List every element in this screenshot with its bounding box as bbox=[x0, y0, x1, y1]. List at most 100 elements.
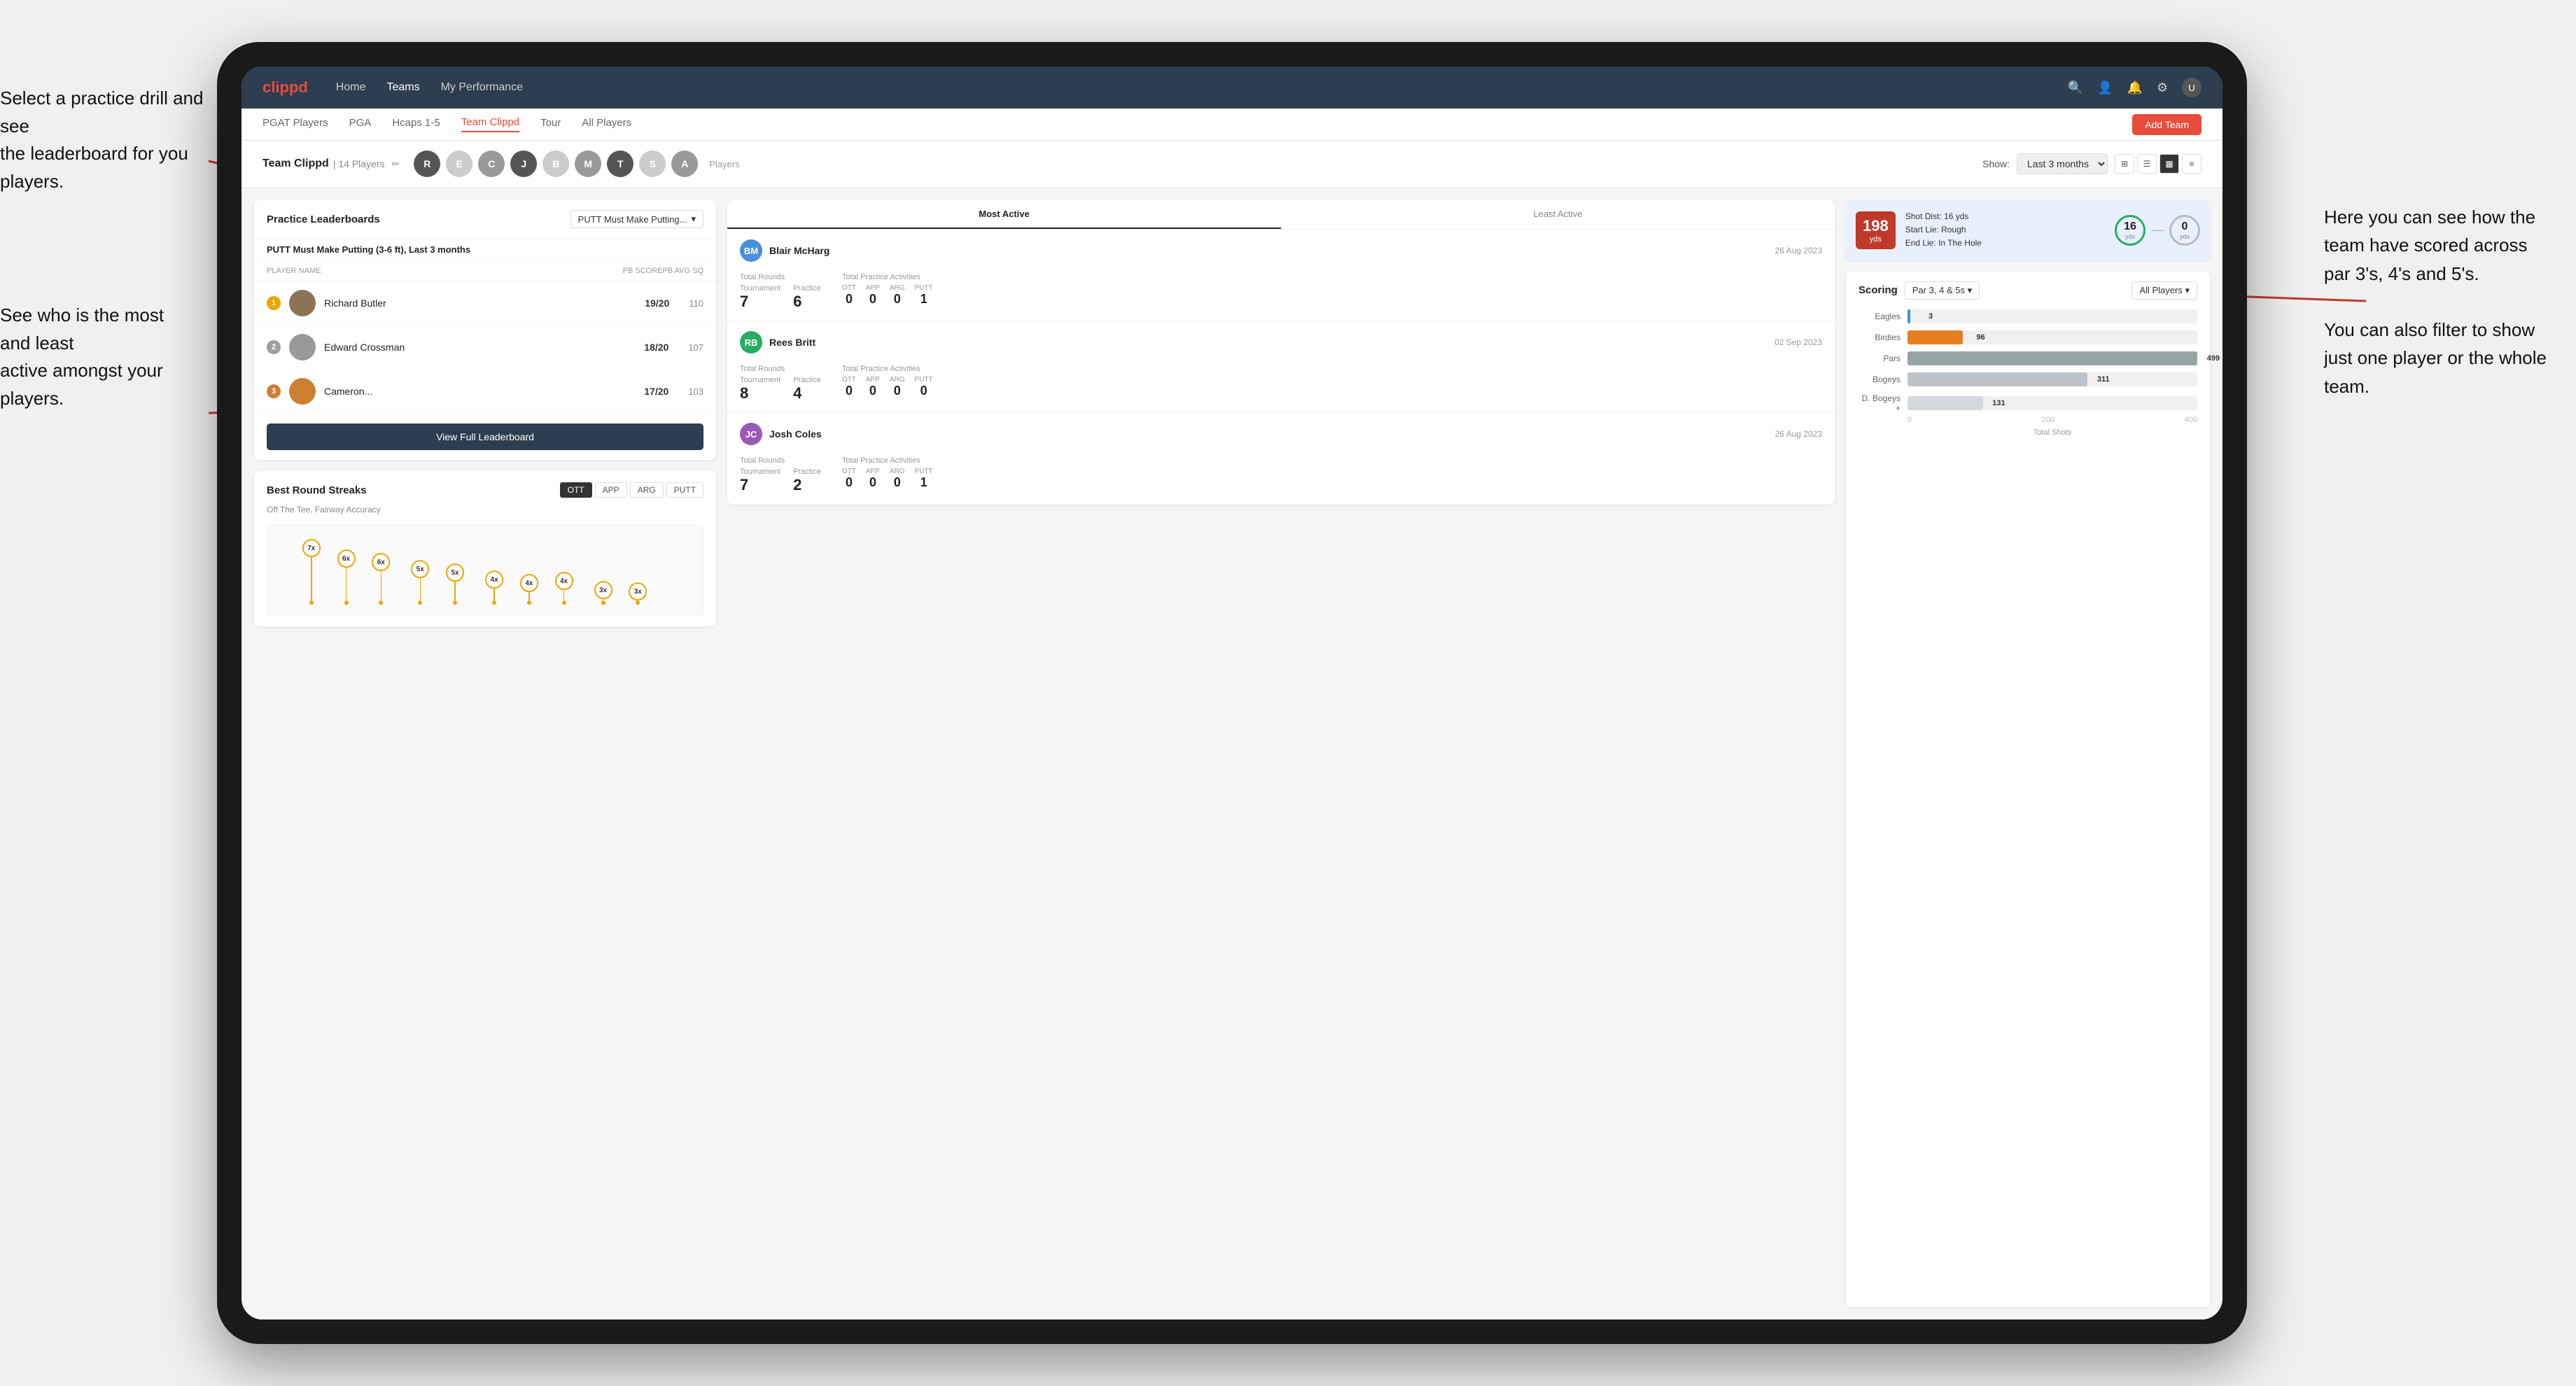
bar-fill: 3 bbox=[1907, 309, 1910, 323]
bar-row: D. Bogeys + 131 bbox=[1858, 393, 2197, 413]
avatar-4: J bbox=[510, 150, 537, 177]
shot-dist-num: 198 bbox=[1863, 217, 1889, 235]
drill-selector[interactable]: PUTT Must Make Putting... ▾ bbox=[570, 210, 704, 228]
filter-app[interactable]: APP bbox=[595, 482, 627, 498]
activity-card: Most Active Least Active BM Blair McHarg… bbox=[727, 200, 1835, 505]
pa-total-rounds-2: Total Rounds Tournament 8 Practice bbox=[740, 365, 821, 402]
bar-track: 499 bbox=[1907, 351, 2197, 365]
pa-total-rounds-1: Total Rounds Tournament 7 Practice bbox=[740, 273, 821, 311]
nav-teams[interactable]: Teams bbox=[386, 81, 419, 94]
subnav-team-clippd[interactable]: Team Clippd bbox=[461, 116, 519, 132]
activity-tabs: Most Active Least Active bbox=[727, 200, 1835, 230]
leaderboard-row-2: 2 Edward Crossman 18/20 107 bbox=[254, 326, 716, 370]
leaderboard-row-1: 1 Richard Butler 19/20 110 bbox=[254, 281, 716, 326]
practice-leaderboards-header: Practice Leaderboards PUTT Must Make Put… bbox=[254, 200, 716, 239]
pa-total-rounds-3: Total Rounds Tournament 7 Practice bbox=[740, 456, 821, 494]
view-full-leaderboard-button[interactable]: View Full Leaderboard bbox=[267, 424, 704, 450]
scoring-header: Scoring Par 3, 4 & 5s ▾ All Players ▾ bbox=[1858, 281, 2197, 300]
show-period-select[interactable]: Last 3 months Last 6 months Last year bbox=[2017, 153, 2108, 174]
view-grid-icon[interactable]: ⊞ bbox=[2115, 154, 2134, 174]
streak-pin: 6x bbox=[337, 550, 356, 605]
pa-header-1: BM Blair McHarg 26 Aug 2023 bbox=[740, 239, 1822, 262]
scoring-card: Scoring Par 3, 4 & 5s ▾ All Players ▾ Ea… bbox=[1846, 272, 2210, 1307]
leaderboard-row-3: 3 Cameron... 17/20 103 bbox=[254, 370, 716, 414]
streak-badge: 7x bbox=[302, 539, 321, 557]
avatar-8: S bbox=[639, 150, 666, 177]
team-title: Team Clippd bbox=[262, 158, 329, 170]
streak-stem bbox=[420, 578, 421, 601]
scoring-player-filter[interactable]: All Players ▾ bbox=[2132, 281, 2197, 300]
bar-label: D. Bogeys + bbox=[1858, 393, 1900, 413]
streak-dot bbox=[379, 601, 383, 605]
avatar-icon[interactable]: U bbox=[2182, 78, 2202, 97]
view-table-icon[interactable]: ≡ bbox=[2182, 154, 2202, 174]
streak-dot bbox=[601, 601, 606, 605]
add-team-button[interactable]: Add Team bbox=[2132, 114, 2202, 135]
streak-badge: 6x bbox=[337, 550, 356, 568]
player-activity-2: RB Rees Britt 02 Sep 2023 Total Rounds T… bbox=[727, 321, 1835, 413]
chart-axis: 0 200 400 bbox=[1858, 413, 2197, 424]
person-icon[interactable]: 👤 bbox=[2097, 80, 2113, 95]
bar-row: Eagles 3 bbox=[1858, 309, 2197, 323]
subnav-hcaps[interactable]: Hcaps 1-5 bbox=[392, 117, 440, 132]
nav-items: Home Teams My Performance bbox=[336, 81, 2068, 94]
streak-dot bbox=[636, 601, 640, 605]
player-activity-1: BM Blair McHarg 26 Aug 2023 Total Rounds bbox=[727, 230, 1835, 321]
tablet-screen: clippd Home Teams My Performance 🔍 👤 🔔 ⚙… bbox=[241, 66, 2222, 1320]
streak-pin: 3x bbox=[629, 582, 647, 605]
tab-most-active[interactable]: Most Active bbox=[727, 200, 1281, 229]
bar-row: Bogeys 311 bbox=[1858, 372, 2197, 386]
pa-date-2: 02 Sep 2023 bbox=[1774, 337, 1822, 347]
main-content: Team Clippd | 14 Players ✏ R E C J B M T… bbox=[241, 141, 2222, 1320]
streak-badge: 5x bbox=[411, 560, 429, 578]
avatar-7: T bbox=[607, 150, 634, 177]
pa-header-3: JC Josh Coles 26 Aug 2023 bbox=[740, 423, 1822, 445]
bar-fill: 499 bbox=[1907, 351, 2197, 365]
filter-putt[interactable]: PUTT bbox=[666, 482, 704, 498]
streak-dot bbox=[453, 601, 457, 605]
scoring-bar-chart: Eagles 3 Birdies 96 Pars 499 Bogeys 311 … bbox=[1858, 309, 2197, 413]
shot-circle-dash: — bbox=[2151, 223, 2164, 237]
streak-stem bbox=[528, 592, 530, 601]
settings-icon[interactable]: ⚙ bbox=[2157, 80, 2168, 95]
streak-stem bbox=[493, 589, 495, 601]
subnav-tour[interactable]: Tour bbox=[540, 117, 561, 132]
search-icon[interactable]: 🔍 bbox=[2068, 80, 2083, 95]
filter-ott[interactable]: OTT bbox=[560, 482, 592, 498]
player-score-2: 18/20 bbox=[644, 342, 668, 353]
filter-arg[interactable]: ARG bbox=[630, 482, 664, 498]
bar-track: 131 bbox=[1907, 396, 2197, 410]
streak-badge: 4x bbox=[520, 574, 538, 592]
view-card-icon[interactable]: ▦ bbox=[2160, 154, 2179, 174]
scroll-area: Practice Leaderboards PUTT Must Make Put… bbox=[241, 188, 2222, 1320]
nav-my-performance[interactable]: My Performance bbox=[441, 81, 523, 94]
annotation-bottom-left: See who is the most and least active amo… bbox=[0, 301, 196, 412]
avatar-3: C bbox=[478, 150, 505, 177]
player-score-3: 17/20 bbox=[644, 386, 668, 397]
bar-value: 3 bbox=[1928, 312, 1933, 321]
streaks-subtitle: Off The Tee, Fairway Accuracy bbox=[267, 505, 704, 514]
subnav-all-players[interactable]: All Players bbox=[582, 117, 631, 132]
shot-distance-badge: 198 yds bbox=[1856, 211, 1896, 249]
pa-avatar-3: JC bbox=[740, 423, 762, 445]
player-avatar-2 bbox=[289, 334, 316, 360]
subnav-pga[interactable]: PGA bbox=[349, 117, 372, 132]
pa-total-practice-1: Total Practice Activities OTT 0 APP bbox=[842, 273, 933, 311]
streaks-header: Best Round Streaks OTT APP ARG PUTT bbox=[267, 482, 704, 498]
view-list-icon[interactable]: ☰ bbox=[2137, 154, 2157, 174]
scoring-par-filter[interactable]: Par 3, 4 & 5s ▾ bbox=[1905, 281, 1980, 300]
tab-least-active[interactable]: Least Active bbox=[1281, 200, 1835, 229]
nav-home[interactable]: Home bbox=[336, 81, 366, 94]
bar-label: Birdies bbox=[1858, 332, 1900, 342]
edit-icon[interactable]: ✏ bbox=[392, 158, 400, 170]
bar-label: Pars bbox=[1858, 354, 1900, 363]
streak-badge: 6x bbox=[372, 553, 390, 571]
drill-subtitle: PUTT Must Make Putting (3-6 ft), Last 3 … bbox=[254, 239, 716, 261]
rank-badge-3: 3 bbox=[267, 384, 281, 398]
bar-row: Birdies 96 bbox=[1858, 330, 2197, 344]
subnav-pgat[interactable]: PGAT Players bbox=[262, 117, 328, 132]
shot-circle-start: 16 yds bbox=[2115, 215, 2146, 246]
bell-icon[interactable]: 🔔 bbox=[2127, 80, 2142, 95]
nav-logo: clippd bbox=[262, 78, 308, 97]
team-header: Team Clippd | 14 Players ✏ R E C J B M T… bbox=[241, 141, 2222, 188]
